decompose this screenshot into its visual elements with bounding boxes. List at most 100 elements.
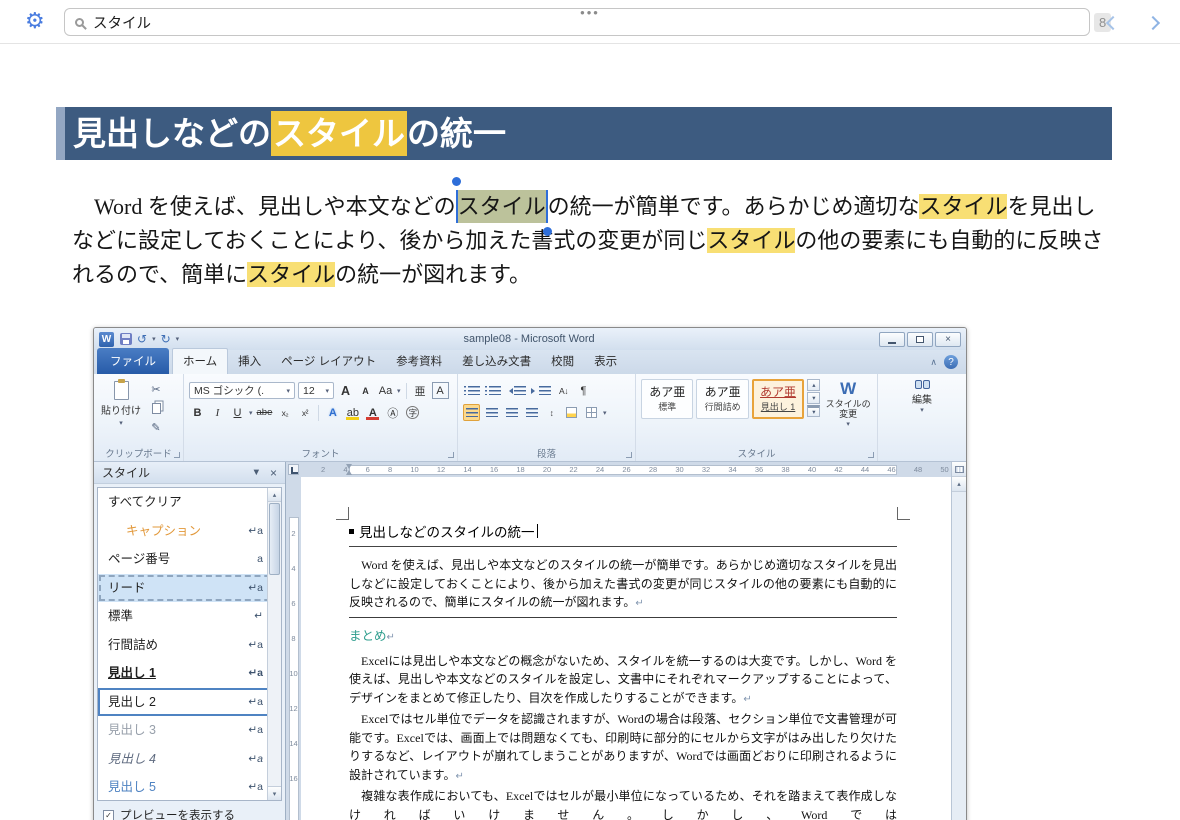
group-label-styles: スタイル: [737, 449, 776, 460]
paragraph-mark: ↵: [635, 598, 644, 609]
style-item-heading1: 見出し 1 ↵a: [108, 666, 263, 680]
italic-button: I: [215, 406, 220, 419]
tab-selector: [288, 464, 299, 475]
ruler-number: 42: [834, 465, 843, 474]
ruler-number: 8: [387, 465, 393, 474]
lead-bottom-border: [349, 616, 897, 618]
search-input[interactable]: [93, 14, 493, 30]
tab-page-layout: ページ レイアウト: [281, 356, 377, 368]
align-left-button: [463, 404, 480, 421]
search-highlight: スタイル: [247, 262, 336, 287]
styles-pane-title: スタイル: [102, 466, 151, 480]
top-toolbar: ⚙ ••• 8: [0, 0, 1180, 44]
ribbon: 貼り付け ▾ ✂ ✎ クリップボード MS ゴシック (. ▾ 12 ▾ A A A…: [94, 374, 966, 462]
ruler-number: 18: [516, 465, 525, 474]
format-painter-button: ✎: [151, 422, 161, 434]
minimize-button: [879, 331, 905, 347]
group-label-paragraph: 段落: [536, 449, 556, 460]
paragraph-mark: ↵: [386, 631, 395, 643]
ruler-number: 22: [569, 465, 578, 474]
ruler-toggle-icon: [954, 465, 964, 473]
body-text: の統一が簡単です。あらかじめ適切な: [547, 194, 920, 219]
ruler-number: 6: [291, 599, 296, 608]
dropdown-icon: ▾: [286, 387, 290, 395]
tab-review: 校閲: [551, 356, 575, 368]
indent-icon: [531, 387, 538, 394]
ribbon-group-editing: 編集 ▾: [878, 374, 966, 461]
text-effects-button: A: [328, 406, 337, 419]
selected-text: スタイル: [451, 177, 552, 236]
ruler-number: 10: [289, 669, 298, 678]
copy-button: [147, 401, 165, 416]
borders-button: [583, 404, 600, 421]
ribbon-group-paragraph: A↓ ¶ ↕ ▾ 段落: [458, 374, 636, 461]
ruler-number: 26: [622, 465, 631, 474]
next-match-button[interactable]: [1140, 11, 1166, 35]
sort-button: A↓: [559, 385, 568, 396]
doc-paragraph-1: Word を使えば、見出しや本文などのスタイルの統一が簡単です。あらかじめ適切な…: [349, 558, 897, 609]
underline-button: U: [233, 406, 242, 419]
style-item-heading3: 見出し 3 ↵a: [108, 723, 263, 737]
style-preview-no-spacing: あア亜 行間詰め: [696, 379, 749, 419]
ruler-number: 12: [289, 704, 298, 713]
dialog-launcher-icon: [626, 452, 632, 458]
crop-mark-icon: [897, 507, 910, 520]
dropdown-icon: ▾: [325, 387, 329, 395]
vertical-ruler: 2 4 6 8 10 12 14 16: [286, 477, 301, 820]
document-page: 見出しなどのスタイルの統一 Word を使えば、見出しや本文などのスタイルの統一…: [301, 477, 951, 820]
search-highlight: スタイル: [707, 228, 796, 253]
undo-icon: ↺: [137, 332, 148, 346]
ruler-number: 30: [675, 465, 684, 474]
window-drag-dots[interactable]: •••: [580, 5, 600, 20]
text-cursor: [536, 524, 538, 538]
group-label-clipboard: クリップボード: [105, 449, 172, 460]
paragraph-line-1: Word を使えば、見出しや本文などのスタイル の統一が簡単です。あらかじめ適切な…: [72, 177, 1107, 236]
ruler-number: 24: [595, 465, 605, 474]
ruler-number: 32: [701, 465, 711, 474]
close-button: ×: [935, 331, 961, 347]
ruler-number: 4: [291, 564, 296, 573]
search-icon: [75, 17, 84, 27]
body-text: などに設定しておくことにより、後から加えた書式の変更が同じ: [72, 228, 708, 253]
ruler-number: 34: [728, 465, 737, 474]
show-preview-checkbox: ✓ プレビューを表示する: [94, 804, 285, 820]
dropdown-icon: ▾: [920, 407, 924, 414]
window-buttons: ×: [879, 331, 961, 347]
dialog-launcher-icon: [174, 452, 180, 458]
gallery-down-button: ▾: [807, 392, 821, 404]
paragraph-line-3: れるので、簡単にスタイルの統一が図れます。: [72, 258, 1107, 292]
scrollbar-thumb: [269, 503, 280, 575]
tab-file: ファイル: [97, 348, 169, 374]
window-title: sample08 - Microsoft Word: [463, 333, 595, 345]
previous-match-button[interactable]: [1100, 11, 1126, 35]
justify-icon: [525, 408, 538, 417]
word-app-icon: W: [99, 331, 114, 347]
word-body: スタイル ▼ × すべてクリア キャプション ↵a ページ番号 a リード ↵a 標準…: [94, 462, 966, 820]
ruler-number: 14: [463, 465, 472, 474]
horizontal-ruler: 2 4 6 8 10 12 14 16 18 20 22 24 26 28 30 32 34 36 38 40 42 44…: [301, 462, 951, 477]
ruler-number: 6: [365, 465, 370, 474]
tab-references: 参考資料: [396, 356, 443, 368]
style-item-heading2: 見出し 2 ↵a: [98, 687, 281, 716]
align-right-button: [503, 404, 520, 421]
gallery-up-button: ▴: [807, 379, 821, 391]
selection-handle-top[interactable]: [451, 177, 461, 186]
paste-dropdown-icon: ▾: [119, 420, 123, 427]
crop-mark-icon: [336, 507, 349, 520]
scroll-down-icon: ▾: [268, 786, 281, 800]
word-title-bar: W ↺ ▾ ↻ ▾ sample08 - Microsoft Word ×: [94, 328, 966, 350]
chevron-left-icon: [1105, 15, 1121, 31]
character-border-button: A: [431, 382, 449, 399]
dialog-launcher-icon: [448, 452, 454, 458]
align-center-button: [483, 404, 500, 421]
bullets-button: [463, 382, 481, 399]
ruler-number: 40: [807, 465, 817, 474]
doc-paragraph-4: 複雑な表作成においても、Excelではセルが最小単位になっているため、それを踏ま…: [349, 789, 897, 820]
search-field[interactable]: [64, 8, 1090, 36]
ribbon-group-clipboard: 貼り付け ▾ ✂ ✎ クリップボード: [94, 374, 184, 461]
ribbon-group-font: MS ゴシック (. ▾ 12 ▾ A A Aa ▾ 亜 A B I U ▾ abe: [184, 374, 458, 461]
show-paragraph-marks-button: ¶: [580, 384, 587, 397]
selection-handle-bottom[interactable]: [542, 227, 552, 236]
dropdown-icon: ▾: [397, 387, 401, 395]
settings-gear-icon[interactable]: ⚙: [25, 8, 45, 34]
